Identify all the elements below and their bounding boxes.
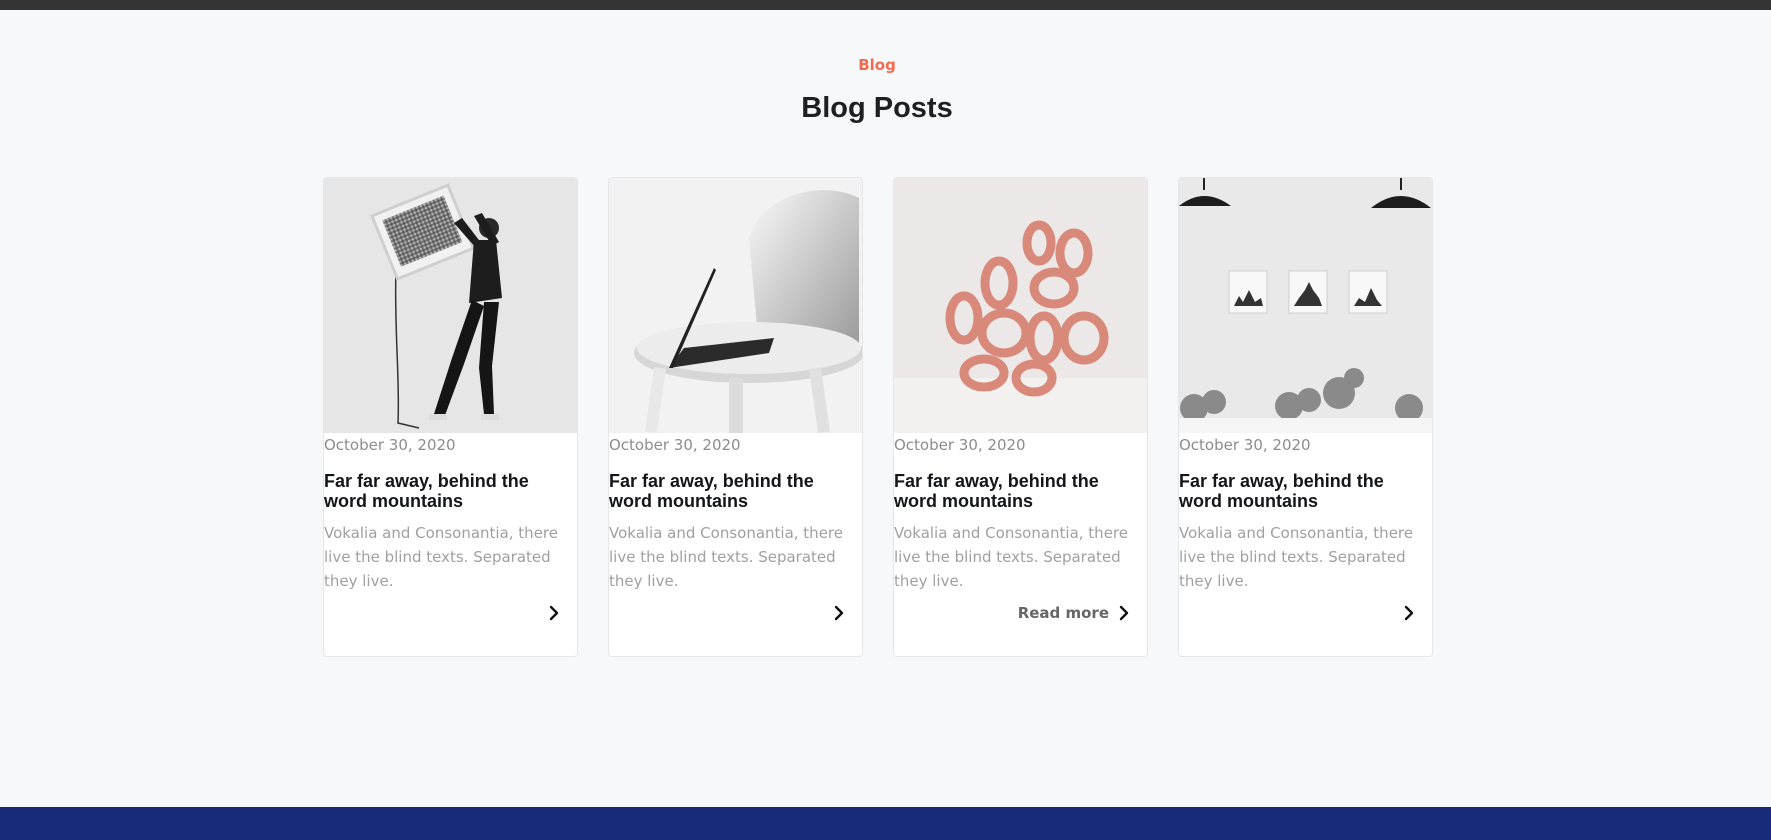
read-more-label: Read more <box>1017 604 1109 622</box>
post-date: October 30, 2020 <box>1179 436 1311 454</box>
blog-card: October 30, 2020 Far far away, behind th… <box>608 177 863 657</box>
chevron-right-icon <box>1404 605 1414 621</box>
post-excerpt: Vokalia and Consonantia, there live the … <box>609 524 843 590</box>
post-title[interactable]: Far far away, behind the word mountains <box>324 471 576 511</box>
post-excerpt: Vokalia and Consonantia, there live the … <box>324 524 558 590</box>
blog-card: October 30, 2020 Far far away, behind th… <box>1178 177 1433 657</box>
chevron-right-icon <box>834 605 844 621</box>
chevron-right-icon <box>1119 605 1129 621</box>
blog-card-image[interactable] <box>894 178 1147 433</box>
blog-card: October 30, 2020 Far far away, behind th… <box>323 177 578 657</box>
blog-card-image[interactable] <box>609 178 862 433</box>
post-date: October 30, 2020 <box>609 436 741 454</box>
office-wall-frames-photo <box>1179 178 1432 433</box>
read-more-link[interactable]: Read more <box>1018 604 1133 622</box>
chevron-right-icon <box>549 605 559 621</box>
top-bar <box>0 0 1771 10</box>
read-more-link[interactable] <box>1394 604 1418 622</box>
post-title[interactable]: Far far away, behind the word mountains <box>1179 471 1431 511</box>
section-eyebrow: Blog <box>858 56 896 74</box>
blog-card-image[interactable] <box>1179 178 1432 433</box>
footer-band <box>0 807 1771 840</box>
post-date: October 30, 2020 <box>324 436 456 454</box>
blog-card-image[interactable] <box>324 178 577 433</box>
man-with-tv-photo <box>324 178 577 433</box>
post-excerpt: Vokalia and Consonantia, there live the … <box>894 524 1128 590</box>
read-more-link[interactable] <box>824 604 848 622</box>
read-more-link[interactable] <box>539 604 563 622</box>
post-date: October 30, 2020 <box>894 436 1026 454</box>
blog-card: October 30, 2020 Far far away, behind th… <box>893 177 1148 657</box>
post-title[interactable]: Far far away, behind the word mountains <box>894 471 1146 511</box>
laptop-on-chair-photo <box>609 178 862 433</box>
section-title: Blog Posts <box>801 92 953 124</box>
post-excerpt: Vokalia and Consonantia, there live the … <box>1179 524 1413 590</box>
post-title[interactable]: Far far away, behind the word mountains <box>609 471 861 511</box>
copper-rings-photo <box>894 178 1147 433</box>
